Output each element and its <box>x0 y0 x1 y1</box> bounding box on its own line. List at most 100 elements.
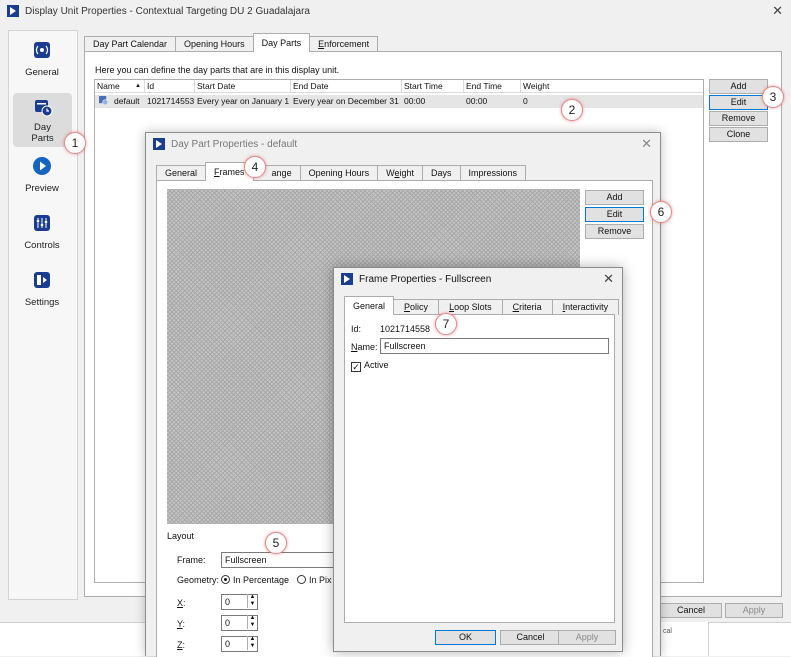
cell-end-time: 00:00 <box>466 96 488 106</box>
layout-section-label: Layout <box>167 531 195 541</box>
col-start-time[interactable]: Start Time <box>402 80 464 93</box>
id-value: 1021714558 <box>380 324 431 334</box>
sidebar-item-preview[interactable]: Preview <box>12 156 72 200</box>
id-label: Id: <box>351 324 362 334</box>
day-part-dialog-title: Day Part Properties - default <box>171 138 298 150</box>
main-cancel-button[interactable]: Cancel <box>660 603 722 618</box>
add-day-part-button[interactable]: Add <box>709 79 768 94</box>
sidebar-item-settings[interactable]: Settings <box>12 270 72 314</box>
calendar-clock-icon <box>34 100 52 117</box>
col-name[interactable]: Name ▲ <box>95 80 145 93</box>
frame-titlebar: Frame Properties - Fullscreen <box>334 268 622 290</box>
day-part-icon <box>99 96 109 106</box>
cell-end-date: Every year on December 31 <box>293 96 399 106</box>
sliders-icon <box>34 215 50 231</box>
cell-id: 1021714553 <box>147 96 195 106</box>
x-spin-buttons[interactable]: ▲ ▼ <box>247 594 257 608</box>
sidebar-item-general[interactable]: General <box>12 40 72 86</box>
cell-start-time: 00:00 <box>404 96 426 106</box>
tab-criteria[interactable]: Criteria <box>501 299 553 315</box>
sidebar-item-settings-label: Settings <box>24 297 60 308</box>
clone-day-part-button[interactable]: Clone <box>709 127 768 142</box>
col-weight[interactable]: Weight <box>521 80 703 93</box>
cell-name: default <box>114 96 140 106</box>
play-icon <box>33 157 51 175</box>
callout-7: 7 <box>435 313 457 335</box>
main-tabs: Day Part Calendar Opening Hours Day Part… <box>84 33 379 52</box>
radio-empty-icon <box>297 575 306 584</box>
radio-in-pixels[interactable]: In Pix <box>297 575 332 585</box>
tab-days[interactable]: Days <box>422 165 461 181</box>
callout-2: 2 <box>561 99 583 121</box>
col-end-time[interactable]: End Time <box>464 80 521 93</box>
remove-day-part-button[interactable]: Remove <box>709 111 768 126</box>
z-spin-buttons[interactable]: ▲ ▼ <box>247 636 257 650</box>
callout-1: 1 <box>64 132 86 154</box>
y-label: Y: <box>177 619 186 629</box>
cell-start-date: Every year on January 1 <box>197 96 290 106</box>
main-close-icon[interactable]: ✕ <box>772 3 783 19</box>
sidebar-item-controls[interactable]: Controls <box>12 213 72 257</box>
geometry-label: Geometry: <box>177 575 220 585</box>
callout-3: 3 <box>762 86 784 108</box>
frame-dialog-title: Frame Properties - Fullscreen <box>359 273 492 285</box>
sidebar-item-day-label-1: Day <box>34 122 51 133</box>
sidebar-item-preview-label: Preview <box>25 183 59 194</box>
sidebar-item-day-parts[interactable]: Day Parts <box>13 93 72 147</box>
day-part-close-icon[interactable]: ✕ <box>641 136 652 152</box>
sidebar-item-general-label: General <box>25 67 59 78</box>
main-titlebar: Display Unit Properties - Contextual Tar… <box>0 0 791 22</box>
add-frame-button[interactable]: Add <box>585 190 644 205</box>
col-id[interactable]: Id <box>145 80 195 93</box>
remove-frame-button[interactable]: Remove <box>585 224 644 239</box>
tab-policy[interactable]: Policy <box>393 299 440 315</box>
y-spin-buttons[interactable]: ▲ ▼ <box>247 615 257 629</box>
sort-ascending-icon: ▲ <box>135 83 141 89</box>
tab-enforcement[interactable]: Enforcement <box>309 36 379 52</box>
tab-impressions[interactable]: Impressions <box>459 165 527 181</box>
main-window-title: Display Unit Properties - Contextual Tar… <box>25 5 310 17</box>
dialog-logo-icon <box>153 138 165 150</box>
tab-day-parts[interactable]: Day Parts <box>252 33 311 52</box>
frame-cancel-button[interactable]: Cancel <box>500 630 561 645</box>
cut-off-text: cal <box>663 628 672 635</box>
app-logo-icon <box>7 5 19 17</box>
callout-5: 5 <box>265 532 287 554</box>
settings-icon <box>34 272 50 288</box>
radio-dot-icon <box>221 575 230 584</box>
table-row[interactable]: default 1021714553 Every year on January… <box>95 95 703 108</box>
callout-4: 4 <box>244 156 266 178</box>
checkbox-checked-icon: ✓ <box>351 362 361 372</box>
day-part-titlebar: Day Part Properties - default <box>146 133 660 155</box>
active-checkbox[interactable]: ✓ Active <box>351 360 389 372</box>
cell-weight: 0 <box>523 96 528 106</box>
tab-weight[interactable]: Weight <box>377 165 423 181</box>
tab-opening-hours[interactable]: Opening Hours <box>175 36 254 52</box>
frame-select[interactable]: Fullscreen <box>221 552 341 568</box>
frame-apply-button[interactable]: Apply <box>558 630 616 645</box>
sidebar-item-controls-label: Controls <box>24 240 60 251</box>
list-header: Name ▲ Id Start Date End Date Start Time … <box>95 80 703 93</box>
name-field[interactable]: Fullscreen <box>380 338 609 354</box>
radio-in-percentage[interactable]: In Percentage <box>221 575 289 585</box>
edit-day-part-button[interactable]: Edit <box>709 95 768 110</box>
frame-dialog-logo-icon <box>341 273 353 285</box>
frame-properties-dialog: Frame Properties - Fullscreen ✕ General … <box>333 267 623 652</box>
callout-6: 6 <box>650 201 672 223</box>
frame-tabs: General Policy Loop Slots Criteria Inter… <box>344 296 620 315</box>
tab-frame-general[interactable]: General <box>344 296 395 315</box>
frame-close-icon[interactable]: ✕ <box>603 271 614 287</box>
frame-ok-button[interactable]: OK <box>435 630 496 645</box>
tab-general[interactable]: General <box>156 165 207 181</box>
tab-day-part-calendar[interactable]: Day Part Calendar <box>84 36 177 52</box>
tab-interactivity[interactable]: Interactivity <box>551 299 620 315</box>
row-icon-cell <box>97 95 109 108</box>
broadcast-icon <box>34 42 50 58</box>
main-apply-button[interactable]: Apply <box>725 603 783 618</box>
day-parts-description: Here you can define the day parts that a… <box>95 65 340 75</box>
edit-frame-button[interactable]: Edit <box>585 207 644 222</box>
col-start-date[interactable]: Start Date <box>195 80 291 93</box>
day-part-tabs: General Frames ange Opening Hours Weight… <box>156 162 527 181</box>
tab-opening-hours[interactable]: Opening Hours <box>299 165 379 181</box>
col-end-date[interactable]: End Date <box>291 80 402 93</box>
